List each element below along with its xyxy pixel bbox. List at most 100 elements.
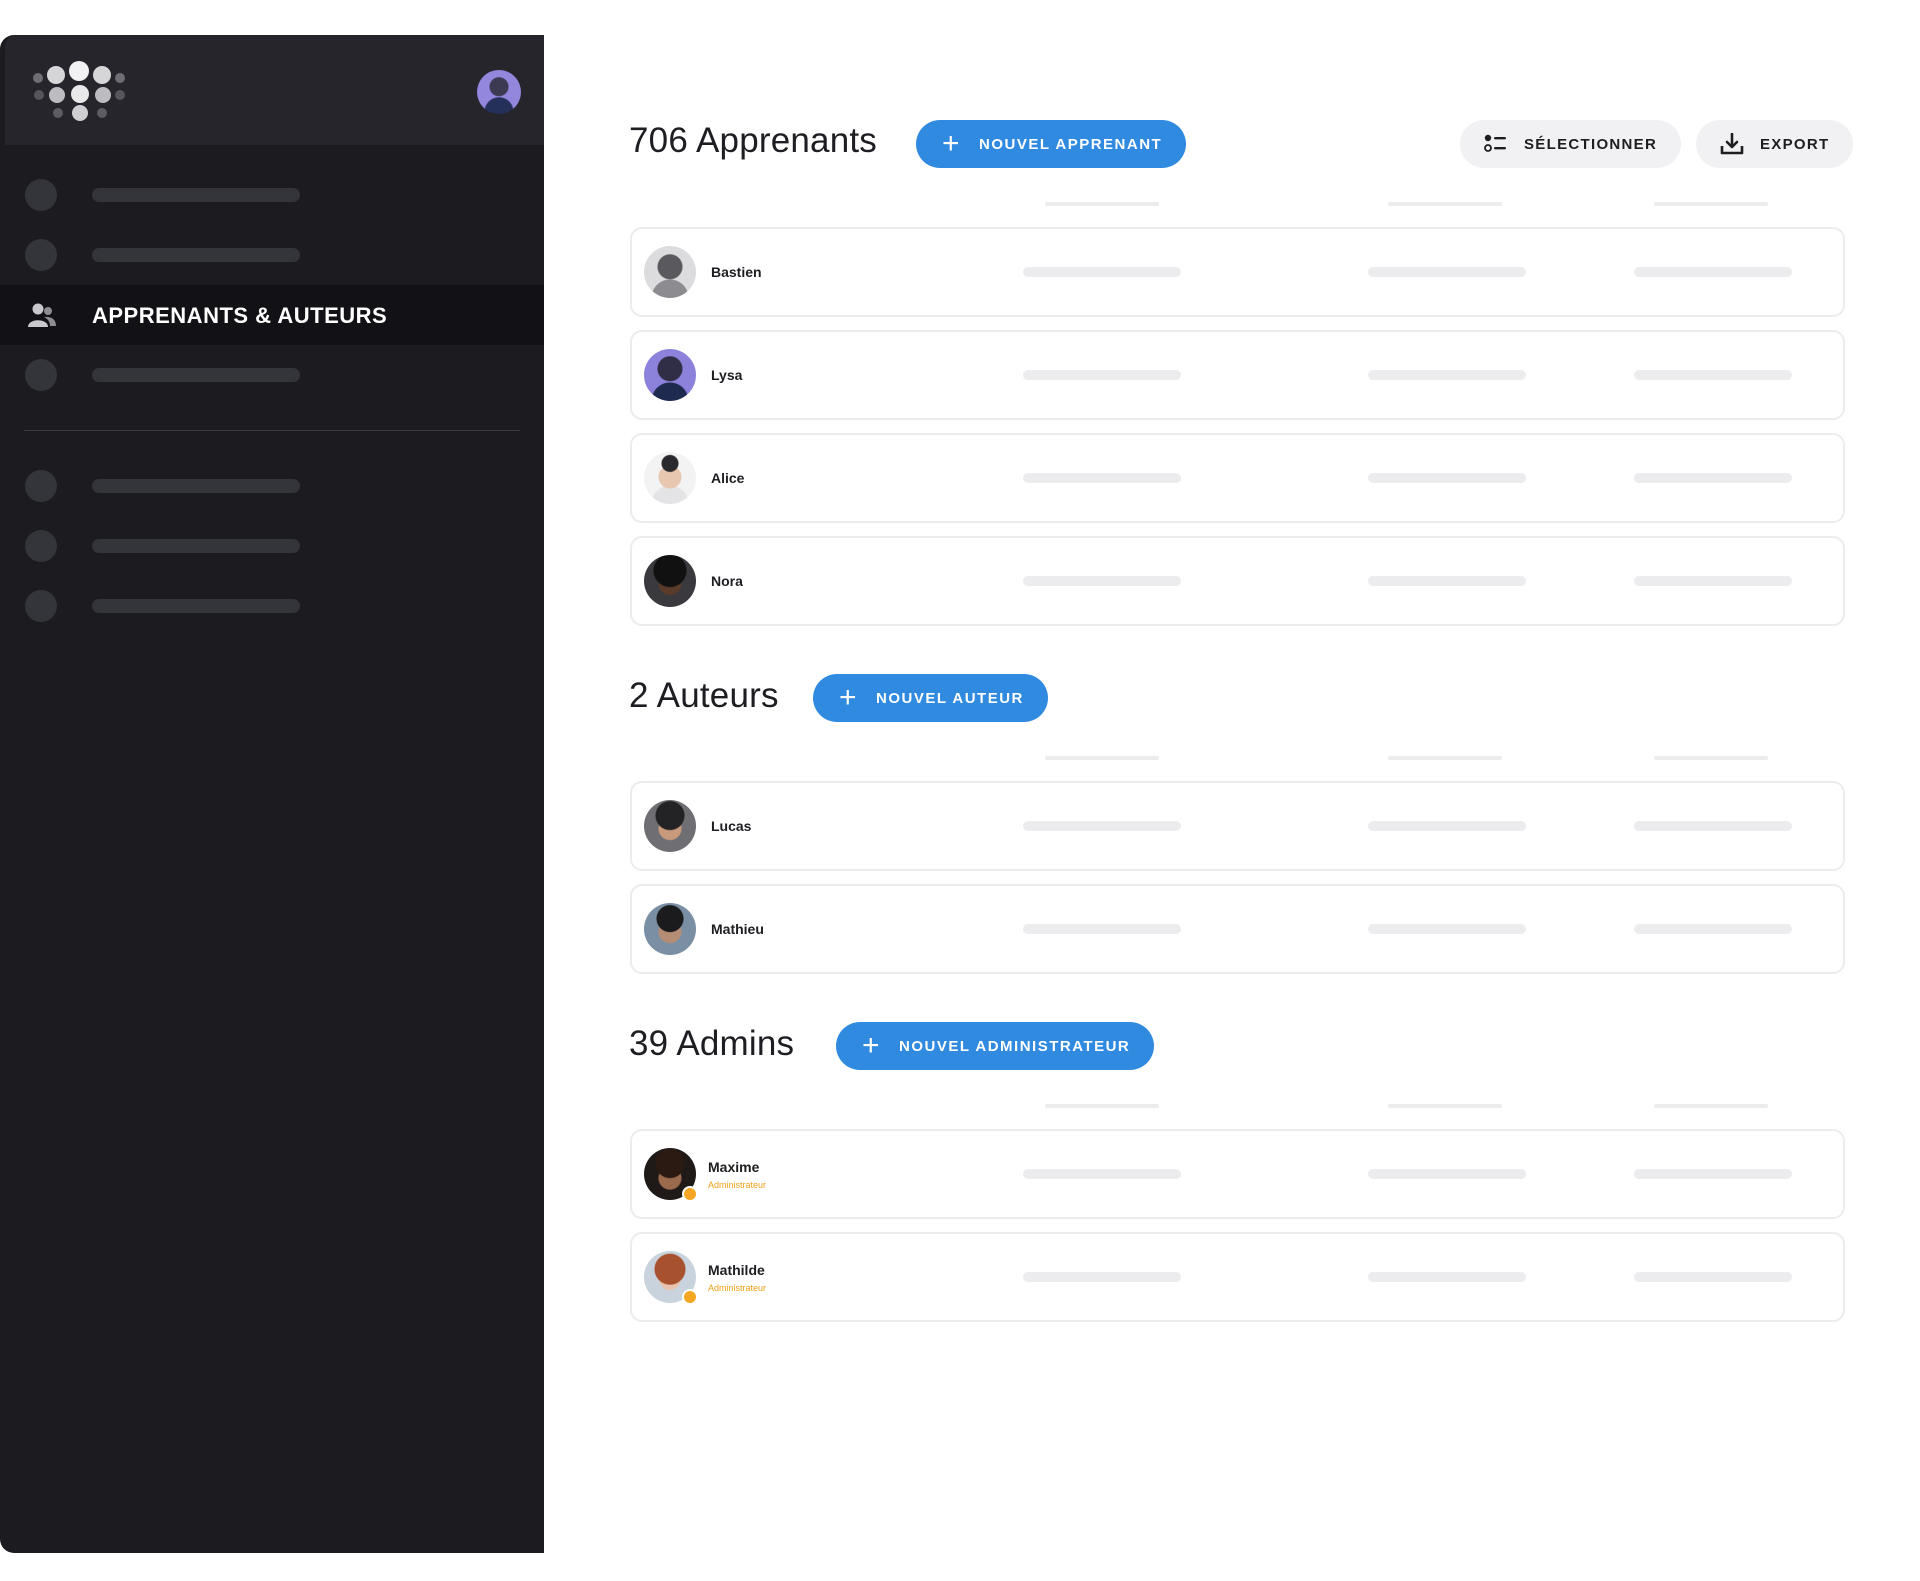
row-name: Alice — [711, 470, 745, 486]
row-name: Lysa — [711, 367, 743, 383]
cell-placeholder — [1023, 1169, 1181, 1179]
table-row[interactable]: Bastien — [630, 227, 1845, 317]
sidebar-item-placeholder[interactable] — [0, 165, 544, 225]
new-admin-button[interactable]: + NOUVEL ADMINISTRATEUR — [836, 1022, 1155, 1070]
cell-placeholder — [1368, 576, 1526, 586]
plus-icon: + — [942, 127, 962, 160]
column-header-placeholder — [1388, 202, 1502, 206]
section-title-admins: 39 Admins — [629, 1024, 795, 1063]
cell-placeholder — [1634, 924, 1792, 934]
column-header-placeholder — [1654, 1104, 1768, 1108]
table-row[interactable]: Nora — [630, 536, 1845, 626]
cell-placeholder — [1634, 370, 1792, 380]
table-row[interactable]: Maxime Administrateur — [630, 1129, 1845, 1219]
placeholder-label — [92, 539, 300, 553]
table-row[interactable]: Mathieu — [630, 884, 1845, 974]
cell-placeholder — [1023, 473, 1181, 483]
placeholder-label — [92, 479, 300, 493]
sidebar-header — [5, 35, 544, 145]
sidebar-divider — [24, 430, 520, 431]
column-headers — [630, 202, 1845, 206]
table-row[interactable]: Alice — [630, 433, 1845, 523]
cell-placeholder — [1634, 576, 1792, 586]
cell-placeholder — [1023, 267, 1181, 277]
sidebar: APPRENANTS & AUTEURS — [0, 35, 544, 1553]
new-author-button[interactable]: + NOUVEL AUTEUR — [813, 674, 1048, 722]
cell-placeholder — [1023, 1272, 1181, 1282]
sidebar-item-placeholder[interactable] — [0, 225, 544, 285]
row-role: Administrateur — [708, 1283, 767, 1293]
download-icon — [1720, 133, 1744, 155]
cell-placeholder — [1634, 473, 1792, 483]
plus-icon: + — [839, 681, 859, 714]
logo[interactable] — [29, 59, 129, 129]
new-learner-label: NOUVEL APPRENANT — [979, 135, 1163, 153]
cell-placeholder — [1634, 267, 1792, 277]
new-admin-label: NOUVEL ADMINISTRATEUR — [899, 1037, 1131, 1055]
placeholder-icon — [25, 239, 57, 271]
export-button[interactable]: EXPORT — [1696, 120, 1854, 168]
select-label: SÉLECTIONNER — [1524, 135, 1658, 153]
avatar — [644, 452, 696, 504]
select-button[interactable]: SÉLECTIONNER — [1460, 120, 1682, 168]
admin-badge-icon — [682, 1289, 698, 1305]
column-headers — [630, 1104, 1845, 1108]
cell-placeholder — [1634, 1169, 1792, 1179]
column-header-placeholder — [1045, 202, 1159, 206]
placeholder-icon — [25, 359, 57, 391]
cell-placeholder — [1023, 576, 1181, 586]
placeholder-label — [92, 248, 300, 262]
avatar — [644, 349, 696, 401]
row-name: Maxime — [708, 1159, 760, 1175]
row-name: Lucas — [711, 818, 752, 834]
cell-placeholder — [1634, 1272, 1792, 1282]
sidebar-item-placeholder[interactable] — [0, 576, 544, 636]
column-header-placeholder — [1388, 756, 1502, 760]
section-title-authors: 2 Auteurs — [629, 676, 779, 715]
export-label: EXPORT — [1760, 135, 1830, 153]
placeholder-icon — [25, 470, 57, 502]
section-title-learners: 706 Apprenants — [629, 121, 878, 160]
row-name: Mathieu — [711, 921, 764, 937]
avatar — [644, 246, 696, 298]
cell-placeholder — [1023, 924, 1181, 934]
table-row[interactable]: Lucas — [630, 781, 1845, 871]
placeholder-icon — [25, 590, 57, 622]
new-learner-button[interactable]: + NOUVEL APPRENANT — [916, 120, 1187, 168]
cell-placeholder — [1368, 473, 1526, 483]
row-name: Nora — [711, 573, 743, 589]
placeholder-icon — [25, 530, 57, 562]
new-author-label: NOUVEL AUTEUR — [876, 689, 1024, 707]
avatar — [644, 800, 696, 852]
row-name: Mathilde — [708, 1262, 765, 1278]
user-avatar[interactable] — [477, 70, 521, 114]
column-header-placeholder — [1388, 1104, 1502, 1108]
sidebar-item-learners-authors[interactable]: APPRENANTS & AUTEURS — [0, 285, 544, 345]
plus-icon: + — [862, 1029, 882, 1062]
placeholder-label — [92, 599, 300, 613]
list-select-icon — [1484, 134, 1506, 152]
cell-placeholder — [1368, 1272, 1526, 1282]
avatar — [644, 903, 696, 955]
placeholder-label — [92, 188, 300, 202]
sidebar-item-placeholder[interactable] — [0, 516, 544, 576]
table-row[interactable]: Lysa — [630, 330, 1845, 420]
column-header-placeholder — [1654, 756, 1768, 760]
admin-badge-icon — [682, 1186, 698, 1202]
sidebar-nav: APPRENANTS & AUTEURS — [0, 165, 544, 636]
cell-placeholder — [1023, 821, 1181, 831]
sidebar-item-label: APPRENANTS & AUTEURS — [92, 303, 388, 328]
table-row[interactable]: Mathilde Administrateur — [630, 1232, 1845, 1322]
column-header-placeholder — [1654, 202, 1768, 206]
people-icon — [28, 303, 56, 327]
cell-placeholder — [1368, 821, 1526, 831]
avatar — [644, 555, 696, 607]
cell-placeholder — [1368, 370, 1526, 380]
column-headers — [630, 756, 1845, 760]
sidebar-item-placeholder[interactable] — [0, 345, 544, 405]
sidebar-item-placeholder[interactable] — [0, 456, 544, 516]
cell-placeholder — [1634, 821, 1792, 831]
row-role: Administrateur — [708, 1180, 767, 1190]
row-name: Bastien — [711, 264, 762, 280]
cell-placeholder — [1368, 924, 1526, 934]
